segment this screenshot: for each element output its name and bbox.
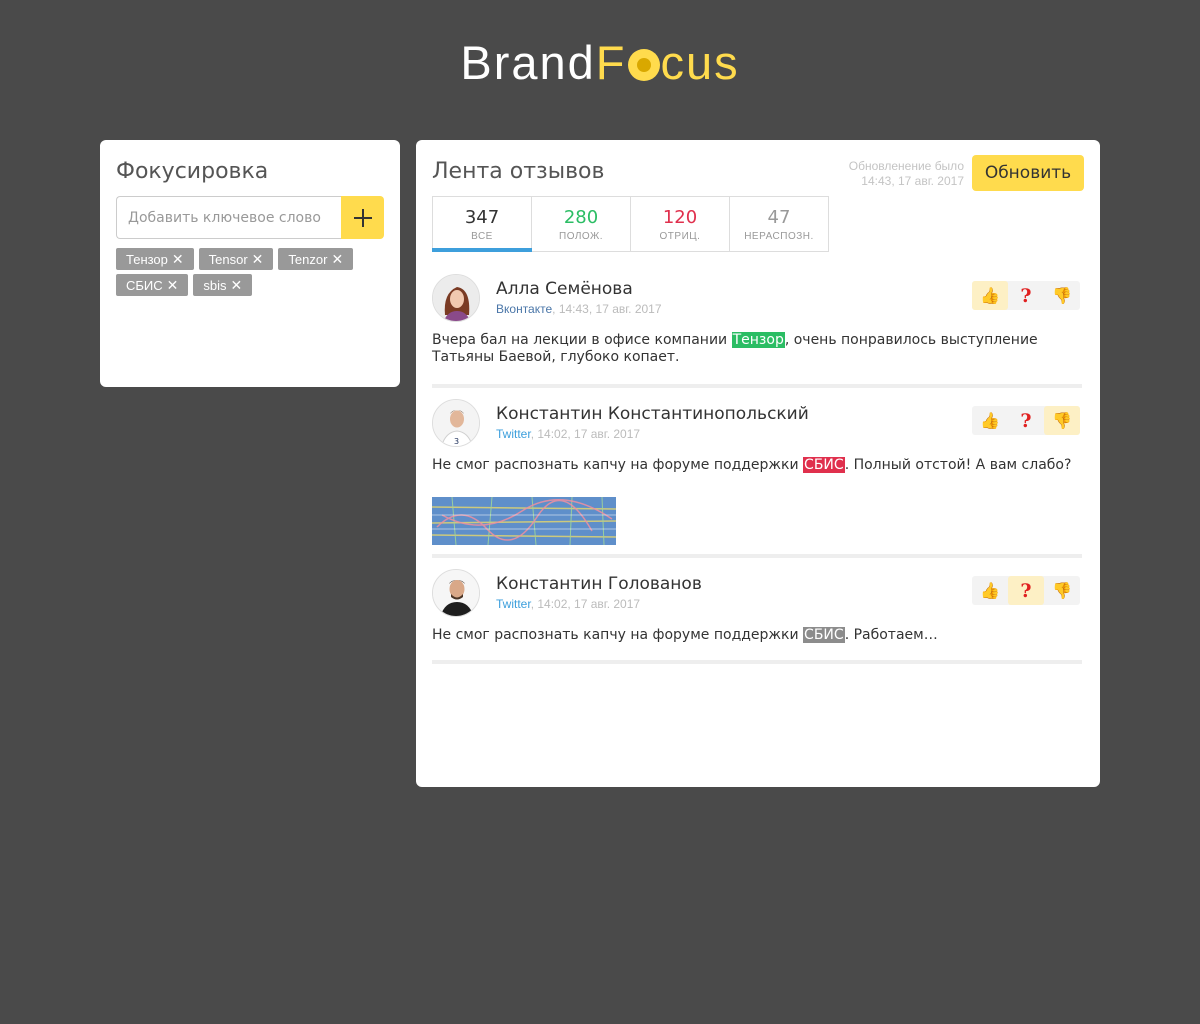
- keyword-tag: Тензор ✕: [116, 248, 194, 270]
- tag-label: Tensor: [208, 251, 248, 267]
- refresh-button[interactable]: Обновить: [972, 155, 1084, 191]
- review-source-link[interactable]: Twitter: [496, 427, 531, 441]
- tab-label: ВСЕ: [471, 231, 493, 242]
- logo-focus-f: F: [595, 36, 627, 89]
- keyword-input-placeholder: Добавить ключевое слово: [128, 209, 321, 226]
- update-note-label: Обновленение было: [848, 159, 964, 173]
- brandfocus-logo: BrandF cus: [0, 34, 1200, 92]
- review-divider: [432, 660, 1082, 664]
- question-mark-icon[interactable]: ?: [1008, 281, 1044, 310]
- keyword-input[interactable]: Добавить ключевое слово: [116, 196, 342, 239]
- sentiment-vote-group: 👍 ? 👎: [972, 406, 1080, 435]
- review-time: , 14:02, 17 авг. 2017: [530, 597, 641, 611]
- plus-icon: [353, 208, 372, 227]
- review-text-part: Не смог распознать капчу на форуме подде…: [432, 627, 804, 643]
- tag-label: Тензор: [126, 251, 168, 267]
- review-text-part: Вчера бал на лекции в офисе компании: [432, 332, 732, 348]
- thumbs-down-icon[interactable]: 👎: [1044, 576, 1080, 605]
- review-source-link[interactable]: Вконтакте: [496, 302, 552, 316]
- sentiment-vote-group: 👍 ? 👎: [972, 281, 1080, 310]
- close-icon[interactable]: ✕: [172, 252, 184, 266]
- logo-focus-rest: cus: [660, 36, 740, 89]
- review-text-part: . Полный отстой! А вам слабо?: [844, 457, 1072, 473]
- close-icon[interactable]: ✕: [252, 252, 264, 266]
- avatar[interactable]: [432, 274, 480, 322]
- tag-label: СБИС: [126, 277, 163, 293]
- thumbs-down-icon[interactable]: 👎: [1044, 281, 1080, 310]
- close-icon[interactable]: ✕: [231, 278, 243, 292]
- thumbs-up-icon[interactable]: 👍: [972, 576, 1008, 605]
- keyword-tag: Tensor ✕: [198, 248, 274, 270]
- sentiment-vote-group: 👍 ? 👎: [972, 576, 1080, 605]
- review-time: , 14:02, 17 авг. 2017: [530, 427, 641, 441]
- captcha-image[interactable]: [432, 497, 616, 545]
- keyword-tags: Тензор ✕ Tensor ✕ Tenzor ✕ СБИС ✕ sbis ✕: [116, 248, 386, 296]
- tab-label: ПОЛОЖ.: [559, 231, 603, 242]
- thumbs-down-icon[interactable]: 👎: [1044, 406, 1080, 435]
- focus-panel: Фокусировка Добавить ключевое слово Тенз…: [100, 140, 400, 387]
- tab-count: 120: [662, 207, 698, 228]
- tab-all[interactable]: 347 ВСЕ: [432, 197, 532, 252]
- logo-focus-text: Fcus: [596, 36, 740, 89]
- last-update-note: Обновленение было 14:43, 17 авг. 2017: [849, 159, 964, 189]
- review-divider: [432, 384, 1082, 388]
- review-meta: Twitter, 14:02, 17 авг. 2017: [496, 597, 640, 611]
- thumbs-up-icon[interactable]: 👍: [972, 406, 1008, 435]
- keyword-highlight: СБИС: [803, 627, 845, 643]
- review-text-part: Не смог распознать капчу на форуме подде…: [432, 457, 804, 473]
- review-meta: Вконтакте, 14:43, 17 авг. 2017: [496, 302, 662, 316]
- add-keyword-button[interactable]: [341, 196, 384, 239]
- update-note-time: 14:43, 17 авг. 2017: [861, 174, 964, 188]
- keyword-tag: sbis ✕: [193, 274, 253, 296]
- review-author: Алла Семёнова: [496, 279, 633, 299]
- close-icon[interactable]: ✕: [167, 278, 179, 292]
- close-icon[interactable]: ✕: [331, 252, 343, 266]
- feed-title: Лента отзывов: [432, 159, 605, 184]
- tab-count: 280: [563, 207, 599, 228]
- sentiment-tabs: 347 ВСЕ 280 ПОЛОЖ. 120 ОТРИЦ. 47 НЕРАСПО…: [432, 196, 829, 252]
- review-text: Вчера бал на лекции в офисе компании Тен…: [432, 332, 1082, 366]
- tab-count: 47: [767, 207, 791, 228]
- tab-unrecognized[interactable]: 47 НЕРАСПОЗН.: [730, 197, 828, 251]
- question-mark-icon[interactable]: ?: [1008, 406, 1044, 435]
- review-author: Константин Голованов: [496, 574, 702, 594]
- review-source-link[interactable]: Twitter: [496, 597, 531, 611]
- question-mark-icon[interactable]: ?: [1008, 576, 1044, 605]
- review-text: Не смог распознать капчу на форуме подде…: [432, 627, 1082, 644]
- feed-panel: Лента отзывов Обновленение было 14:43, 1…: [416, 140, 1100, 787]
- logo-brand-text: Brand: [460, 36, 596, 89]
- review-text: Не смог распознать капчу на форуме подде…: [432, 457, 1082, 474]
- tag-label: sbis: [203, 277, 227, 293]
- review-divider: [432, 554, 1082, 558]
- tab-negative[interactable]: 120 ОТРИЦ.: [631, 197, 730, 251]
- tab-positive[interactable]: 280 ПОЛОЖ.: [532, 197, 631, 251]
- review-text-part: . Работаем…: [844, 627, 938, 643]
- tab-label: ОТРИЦ.: [659, 231, 701, 242]
- question-mark-glyph: ?: [1020, 579, 1032, 602]
- keyword-highlight: Тензор: [731, 332, 785, 348]
- tag-label: Tenzor: [288, 251, 328, 267]
- keyword-tag: Tenzor ✕: [278, 248, 354, 270]
- tab-label: НЕРАСПОЗН.: [744, 231, 814, 242]
- svg-text:3: 3: [454, 437, 459, 446]
- review-meta: Twitter, 14:02, 17 авг. 2017: [496, 427, 640, 441]
- review-author: Константин Константинопольский: [496, 404, 809, 424]
- keyword-highlight: СБИС: [803, 457, 845, 473]
- focus-panel-title: Фокусировка: [116, 159, 269, 184]
- question-mark-glyph: ?: [1020, 284, 1032, 307]
- thumbs-up-icon[interactable]: 👍: [972, 281, 1008, 310]
- tab-count: 347: [464, 207, 500, 228]
- review-time: , 14:43, 17 авг. 2017: [552, 302, 662, 316]
- logo-focus-o-icon: [627, 49, 660, 81]
- avatar[interactable]: [432, 569, 480, 617]
- keyword-tag: СБИС ✕: [116, 274, 189, 296]
- avatar[interactable]: 3: [432, 399, 480, 447]
- question-mark-glyph: ?: [1020, 409, 1032, 432]
